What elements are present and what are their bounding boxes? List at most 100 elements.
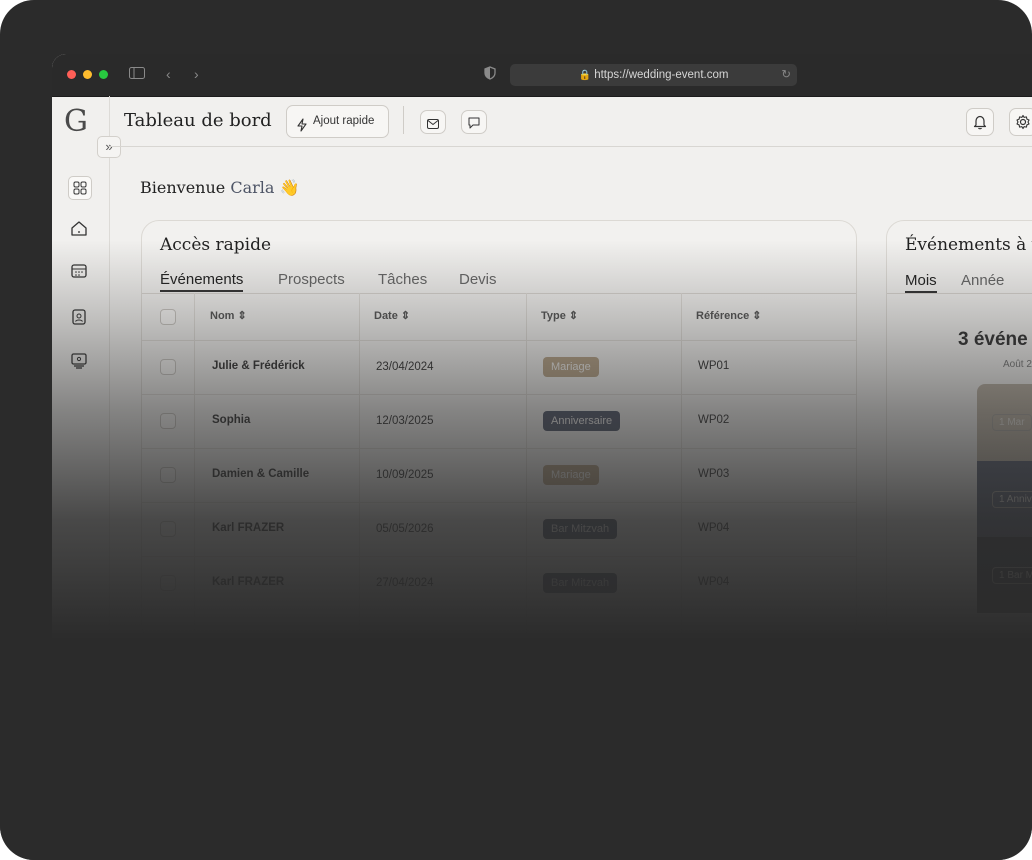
quick-access-card: Accès rapide Événements Prospects Tâches… [141, 220, 857, 642]
calendar-icon[interactable] [68, 260, 90, 282]
column-header-type[interactable]: Type ⇕ [541, 309, 578, 322]
gear-icon [1015, 114, 1031, 135]
welcome-message: Bienvenue Carla 👋 [140, 178, 299, 197]
row-checkbox[interactable] [160, 359, 176, 375]
event-name: Karl FRAZER [212, 522, 285, 534]
row-checkbox[interactable] [160, 575, 176, 591]
event-reference: WP03 [698, 468, 730, 480]
row-divider [142, 502, 856, 503]
brand-logo[interactable]: G [64, 104, 88, 139]
browser-titlebar: ‹ › 🔒 https://wedding-event.com ↻ [52, 54, 1032, 97]
event-type-badge: Bar Mitzvah [543, 573, 618, 593]
event-type-segment[interactable]: 1 Mar [977, 384, 1032, 461]
upcoming-events-title: Événements à v [905, 235, 1032, 255]
user-name: Carla [230, 178, 275, 197]
sort-icon: ⇕ [568, 310, 579, 322]
column-divider [359, 293, 360, 641]
event-type-badge: Mariage [543, 465, 599, 485]
event-type-segment[interactable]: 1 Anniv [977, 461, 1032, 537]
column-header-label: Type [541, 310, 566, 322]
url-bar[interactable]: 🔒 https://wedding-event.com ↻ [510, 64, 797, 86]
tab-events[interactable]: Événements [160, 271, 244, 292]
lightning-icon [296, 114, 308, 145]
event-name: Damien & Camille [212, 468, 310, 480]
event-reference: WP01 [698, 360, 730, 372]
tabs-divider [142, 293, 856, 294]
row-divider [142, 340, 856, 341]
row-checkbox[interactable] [160, 413, 176, 429]
event-name: Julie & Frédérick [212, 360, 305, 372]
tab-tasks[interactable]: Tâches [378, 271, 427, 288]
lock-icon: 🔒 [578, 70, 591, 81]
top-header: Tableau de bord Ajout rapide [109, 96, 1032, 147]
sidebar: G » [52, 96, 121, 654]
event-date: 12/03/2025 [376, 415, 434, 427]
column-header-reference[interactable]: Référence ⇕ [696, 309, 761, 322]
chat-icon [468, 116, 480, 134]
segment-label: 1 Bar M [992, 567, 1032, 584]
bell-icon [973, 114, 987, 135]
header-divider [403, 106, 404, 134]
event-type-badge: Bar Mitzvah [543, 519, 618, 539]
sort-icon: ⇕ [237, 310, 247, 322]
sidebar-toggle-icon[interactable] [129, 66, 145, 82]
row-checkbox[interactable] [160, 467, 176, 483]
settings-button[interactable] [1009, 108, 1032, 136]
column-divider [526, 293, 527, 641]
column-header-date[interactable]: Date ⇕ [374, 309, 410, 322]
event-name: Sophia [212, 414, 251, 426]
segment-label: 1 Mar [992, 414, 1032, 431]
event-type-segment[interactable]: 1 Bar M [977, 537, 1032, 613]
contacts-icon[interactable] [68, 306, 90, 328]
event-type-badge: Anniversaire [543, 411, 621, 431]
event-date: 27/04/2024 [376, 577, 434, 589]
column-divider [681, 293, 682, 641]
event-reference: WP04 [698, 522, 730, 534]
chat-button[interactable] [461, 110, 487, 134]
device-frame: ‹ › 🔒 https://wedding-event.com ↻ G » Ta… [0, 0, 1032, 860]
tab-quotes[interactable]: Devis [459, 271, 497, 288]
back-icon[interactable]: ‹ [166, 66, 171, 82]
month-label: Août 2 [1003, 359, 1032, 370]
event-name: Karl FRAZER [212, 576, 285, 588]
quick-access-title: Accès rapide [160, 235, 272, 255]
row-checkbox[interactable] [160, 521, 176, 537]
welcome-prefix: Bienvenue [140, 178, 226, 197]
reload-icon[interactable]: ↻ [781, 64, 791, 86]
row-divider [142, 394, 856, 395]
home-icon[interactable] [68, 218, 90, 240]
sort-icon: ⇕ [400, 310, 411, 322]
event-date: 05/05/2026 [376, 523, 434, 535]
shield-icon[interactable] [484, 66, 496, 83]
app: G » Tableau de bord Ajout rapide Bienven… [52, 96, 1032, 654]
row-divider [142, 448, 856, 449]
event-date: 10/09/2025 [376, 469, 434, 481]
minimize-window-button[interactable] [83, 70, 92, 79]
dashboard-icon[interactable] [68, 176, 92, 200]
forward-icon[interactable]: › [194, 66, 199, 82]
url-text: https://wedding-event.com [594, 69, 729, 81]
tab-year[interactable]: Année [961, 272, 1004, 289]
page-title: Tableau de bord [124, 110, 272, 131]
column-divider [194, 293, 195, 641]
select-all-checkbox[interactable] [160, 309, 176, 325]
column-header-name[interactable]: Nom ⇕ [210, 309, 247, 322]
mail-button[interactable] [420, 110, 446, 134]
tab-prospects[interactable]: Prospects [278, 271, 345, 288]
events-count: 3 événe [958, 329, 1028, 350]
column-header-label: Référence [696, 310, 750, 322]
event-reference: WP04 [698, 576, 730, 588]
browser-window: ‹ › 🔒 https://wedding-event.com ↻ G » Ta… [52, 54, 1032, 654]
wave-emoji: 👋 [279, 178, 300, 197]
sort-icon: ⇕ [752, 310, 762, 322]
close-window-button[interactable] [67, 70, 76, 79]
tab-month[interactable]: Mois [905, 272, 937, 293]
quick-add-button[interactable]: Ajout rapide [286, 105, 389, 138]
presentation-icon[interactable] [68, 350, 90, 372]
upcoming-events-card: Événements à v Mois Année 3 événe Août 2… [886, 220, 1032, 642]
notifications-button[interactable] [966, 108, 994, 136]
maximize-window-button[interactable] [99, 70, 108, 79]
event-type-badge: Mariage [543, 357, 599, 377]
mail-icon [427, 116, 439, 134]
segment-label: 1 Anniv [992, 491, 1032, 508]
